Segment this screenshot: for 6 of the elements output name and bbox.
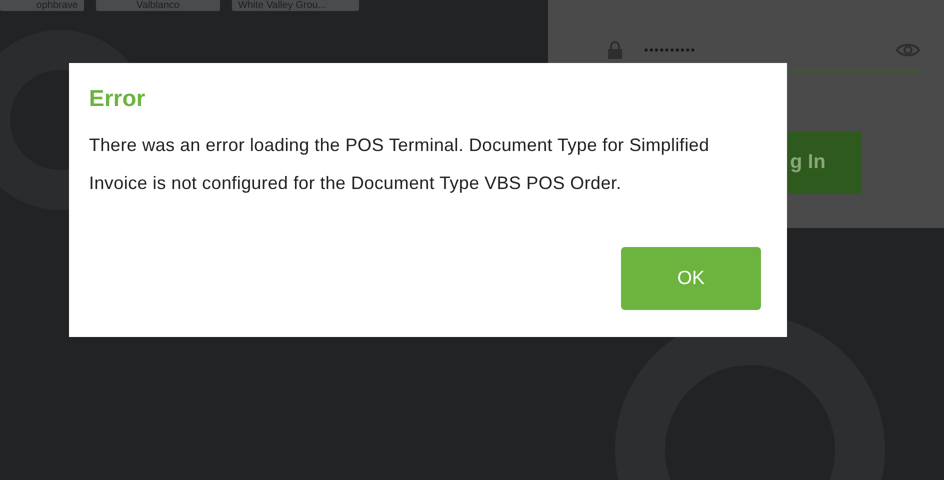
login-button[interactable]: g In	[788, 131, 862, 194]
ok-button[interactable]: OK	[621, 247, 761, 310]
eye-icon[interactable]	[896, 42, 920, 58]
dialog-title: Error	[89, 85, 146, 112]
error-message: There was an error loading the POS Terminal. Document Type for Simplified Invoice is not configured for the Document Type VBS POS Order.	[89, 134, 710, 195]
lock-icon	[608, 41, 622, 59]
